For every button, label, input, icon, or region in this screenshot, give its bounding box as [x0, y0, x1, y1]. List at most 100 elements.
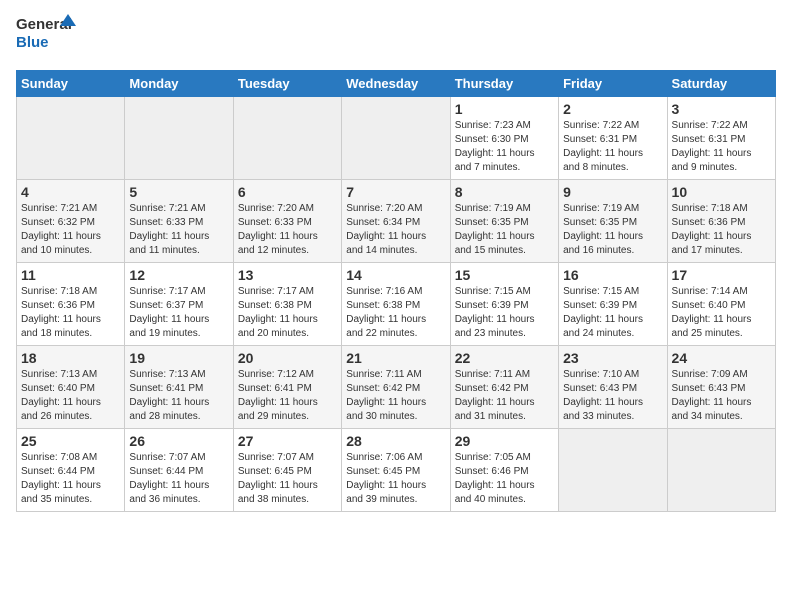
day-header-monday: Monday	[125, 71, 233, 97]
day-info: Sunrise: 7:11 AMSunset: 6:42 PMDaylight:…	[346, 368, 445, 424]
day-info: Sunrise: 7:06 AMSunset: 6:45 PMDaylight:…	[346, 451, 445, 507]
day-number: 5	[129, 184, 228, 200]
day-header-saturday: Saturday	[667, 71, 775, 97]
day-number: 28	[346, 433, 445, 449]
day-number: 12	[129, 267, 228, 283]
day-info: Sunrise: 7:18 AMSunset: 6:36 PMDaylight:…	[21, 285, 120, 341]
day-header-thursday: Thursday	[450, 71, 558, 97]
calendar-cell: 3 Sunrise: 7:22 AMSunset: 6:31 PMDaylight…	[667, 97, 775, 180]
day-info: Sunrise: 7:18 AMSunset: 6:36 PMDaylight:…	[672, 202, 771, 258]
calendar-cell: 11 Sunrise: 7:18 AMSunset: 6:36 PMDayligh…	[17, 263, 125, 346]
day-number: 13	[238, 267, 337, 283]
calendar-cell	[559, 429, 667, 512]
day-info: Sunrise: 7:19 AMSunset: 6:35 PMDaylight:…	[563, 202, 662, 258]
calendar-cell	[667, 429, 775, 512]
day-info: Sunrise: 7:10 AMSunset: 6:43 PMDaylight:…	[563, 368, 662, 424]
day-info: Sunrise: 7:05 AMSunset: 6:46 PMDaylight:…	[455, 451, 554, 507]
day-number: 3	[672, 101, 771, 117]
logo: General Blue	[16, 16, 70, 60]
day-number: 25	[21, 433, 120, 449]
day-number: 16	[563, 267, 662, 283]
day-number: 11	[21, 267, 120, 283]
day-info: Sunrise: 7:13 AMSunset: 6:41 PMDaylight:…	[129, 368, 228, 424]
day-info: Sunrise: 7:17 AMSunset: 6:37 PMDaylight:…	[129, 285, 228, 341]
day-info: Sunrise: 7:19 AMSunset: 6:35 PMDaylight:…	[455, 202, 554, 258]
day-header-tuesday: Tuesday	[233, 71, 341, 97]
calendar-cell: 22Sunrise: 7:11 AMSunset: 6:42 PMDayligh…	[450, 346, 558, 429]
calendar-cell: 25 Sunrise: 7:08 AMSunset: 6:44 PMDayligh…	[17, 429, 125, 512]
day-number: 23	[563, 350, 662, 366]
day-info: Sunrise: 7:22 AMSunset: 6:31 PMDaylight:…	[672, 119, 771, 175]
day-number: 10	[672, 184, 771, 200]
calendar-cell: 24Sunrise: 7:09 AMSunset: 6:43 PMDayligh…	[667, 346, 775, 429]
day-number: 15	[455, 267, 554, 283]
calendar-cell: 17Sunrise: 7:14 AMSunset: 6:40 PMDayligh…	[667, 263, 775, 346]
day-number: 2	[563, 101, 662, 117]
day-number: 14	[346, 267, 445, 283]
calendar-cell: 6 Sunrise: 7:20 AMSunset: 6:33 PMDaylight…	[233, 180, 341, 263]
calendar-cell: 15Sunrise: 7:15 AMSunset: 6:39 PMDayligh…	[450, 263, 558, 346]
calendar-cell: 29 Sunrise: 7:05 AMSunset: 6:46 PMDayligh…	[450, 429, 558, 512]
day-number: 22	[455, 350, 554, 366]
calendar-cell: 20 Sunrise: 7:12 AMSunset: 6:41 PMDayligh…	[233, 346, 341, 429]
day-number: 17	[672, 267, 771, 283]
calendar-cell: 8 Sunrise: 7:19 AMSunset: 6:35 PMDaylight…	[450, 180, 558, 263]
calendar-cell: 10 Sunrise: 7:18 AMSunset: 6:36 PMDayligh…	[667, 180, 775, 263]
calendar-cell: 28 Sunrise: 7:06 AMSunset: 6:45 PMDayligh…	[342, 429, 450, 512]
day-info: Sunrise: 7:13 AMSunset: 6:40 PMDaylight:…	[21, 368, 120, 424]
calendar-cell: 7 Sunrise: 7:20 AMSunset: 6:34 PMDaylight…	[342, 180, 450, 263]
day-info: Sunrise: 7:16 AMSunset: 6:38 PMDaylight:…	[346, 285, 445, 341]
calendar-week-4: 18 Sunrise: 7:13 AMSunset: 6:40 PMDayligh…	[17, 346, 776, 429]
day-number: 24	[672, 350, 771, 366]
day-info: Sunrise: 7:20 AMSunset: 6:33 PMDaylight:…	[238, 202, 337, 258]
day-number: 27	[238, 433, 337, 449]
day-info: Sunrise: 7:07 AMSunset: 6:44 PMDaylight:…	[129, 451, 228, 507]
calendar-cell	[233, 97, 341, 180]
day-number: 26	[129, 433, 228, 449]
day-header-friday: Friday	[559, 71, 667, 97]
calendar-week-2: 4Sunrise: 7:21 AMSunset: 6:32 PMDaylight…	[17, 180, 776, 263]
day-number: 19	[129, 350, 228, 366]
calendar-header: SundayMondayTuesdayWednesdayThursdayFrid…	[17, 71, 776, 97]
calendar-week-5: 25 Sunrise: 7:08 AMSunset: 6:44 PMDayligh…	[17, 429, 776, 512]
calendar-cell: 1 Sunrise: 7:23 AMSunset: 6:30 PMDaylight…	[450, 97, 558, 180]
calendar-week-3: 11 Sunrise: 7:18 AMSunset: 6:36 PMDayligh…	[17, 263, 776, 346]
page-header: General Blue	[16, 16, 776, 60]
day-number: 18	[21, 350, 120, 366]
calendar-cell: 13Sunrise: 7:17 AMSunset: 6:38 PMDayligh…	[233, 263, 341, 346]
calendar-cell: 9Sunrise: 7:19 AMSunset: 6:35 PMDaylight…	[559, 180, 667, 263]
calendar-cell	[342, 97, 450, 180]
calendar-cell	[17, 97, 125, 180]
calendar-cell: 23 Sunrise: 7:10 AMSunset: 6:43 PMDayligh…	[559, 346, 667, 429]
day-info: Sunrise: 7:21 AMSunset: 6:33 PMDaylight:…	[129, 202, 228, 258]
day-info: Sunrise: 7:07 AMSunset: 6:45 PMDaylight:…	[238, 451, 337, 507]
calendar-cell: 4Sunrise: 7:21 AMSunset: 6:32 PMDaylight…	[17, 180, 125, 263]
calendar-cell: 2 Sunrise: 7:22 AMSunset: 6:31 PMDaylight…	[559, 97, 667, 180]
day-info: Sunrise: 7:12 AMSunset: 6:41 PMDaylight:…	[238, 368, 337, 424]
calendar-cell: 12 Sunrise: 7:17 AMSunset: 6:37 PMDayligh…	[125, 263, 233, 346]
day-info: Sunrise: 7:20 AMSunset: 6:34 PMDaylight:…	[346, 202, 445, 258]
calendar-week-1: 1 Sunrise: 7:23 AMSunset: 6:30 PMDaylight…	[17, 97, 776, 180]
calendar-cell	[125, 97, 233, 180]
calendar-cell: 14 Sunrise: 7:16 AMSunset: 6:38 PMDayligh…	[342, 263, 450, 346]
day-number: 1	[455, 101, 554, 117]
day-number: 6	[238, 184, 337, 200]
day-header-sunday: Sunday	[17, 71, 125, 97]
day-number: 20	[238, 350, 337, 366]
calendar-cell: 26 Sunrise: 7:07 AMSunset: 6:44 PMDayligh…	[125, 429, 233, 512]
day-info: Sunrise: 7:21 AMSunset: 6:32 PMDaylight:…	[21, 202, 120, 258]
day-info: Sunrise: 7:08 AMSunset: 6:44 PMDaylight:…	[21, 451, 120, 507]
calendar-cell: 21 Sunrise: 7:11 AMSunset: 6:42 PMDayligh…	[342, 346, 450, 429]
day-number: 21	[346, 350, 445, 366]
day-info: Sunrise: 7:22 AMSunset: 6:31 PMDaylight:…	[563, 119, 662, 175]
calendar-cell: 16Sunrise: 7:15 AMSunset: 6:39 PMDayligh…	[559, 263, 667, 346]
logo: General Blue	[16, 16, 70, 60]
calendar-cell: 19 Sunrise: 7:13 AMSunset: 6:41 PMDayligh…	[125, 346, 233, 429]
calendar-cell: 27 Sunrise: 7:07 AMSunset: 6:45 PMDayligh…	[233, 429, 341, 512]
day-number: 29	[455, 433, 554, 449]
day-info: Sunrise: 7:23 AMSunset: 6:30 PMDaylight:…	[455, 119, 554, 175]
calendar-table: SundayMondayTuesdayWednesdayThursdayFrid…	[16, 70, 776, 512]
day-number: 7	[346, 184, 445, 200]
day-number: 8	[455, 184, 554, 200]
calendar-cell: 5 Sunrise: 7:21 AMSunset: 6:33 PMDaylight…	[125, 180, 233, 263]
